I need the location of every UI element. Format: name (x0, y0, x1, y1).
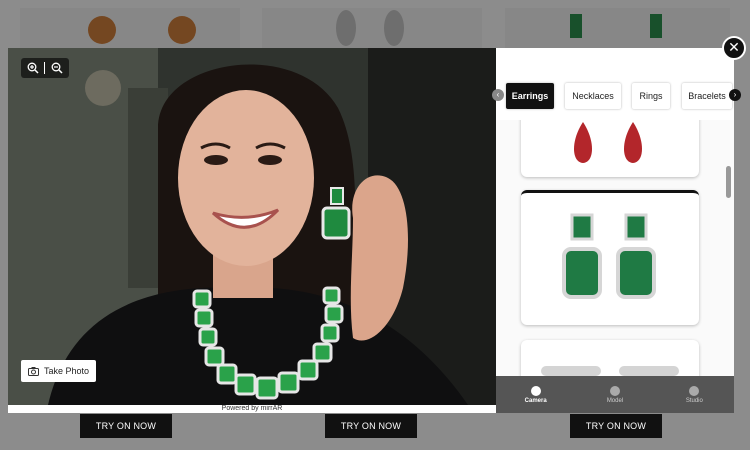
bottom-nav: Camera Model Studio (496, 376, 734, 413)
tabs-scroll-left-icon[interactable]: ‹ (492, 89, 504, 101)
model-icon (609, 385, 620, 396)
nav-model-label: Model (606, 397, 624, 404)
zoom-out-icon[interactable] (51, 62, 63, 74)
nav-studio[interactable]: Studio (655, 376, 734, 413)
camera-feed-image (8, 48, 496, 405)
take-photo-button[interactable]: Take Photo (21, 360, 97, 382)
nav-model[interactable]: Model (575, 376, 654, 413)
zoom-separator (44, 62, 46, 74)
nav-studio-label: Studio (685, 397, 703, 404)
camera-icon (28, 366, 39, 376)
nav-camera[interactable]: Camera (496, 376, 575, 413)
tab-rings[interactable]: Rings (632, 83, 670, 109)
tab-necklaces[interactable]: Necklaces (565, 83, 621, 109)
product-list-scrollbar[interactable] (726, 166, 731, 198)
camera-view[interactable]: Take Photo (8, 48, 496, 405)
studio-icon (689, 385, 700, 396)
product-card-ruby-earrings[interactable] (521, 120, 699, 177)
tab-bracelets[interactable]: Bracelets (682, 83, 732, 109)
nav-camera-label: Camera (524, 397, 547, 404)
product-panel: ‹ Earrings Necklaces Rings Bracelets › C… (492, 48, 741, 413)
tab-earrings[interactable]: Earrings (506, 83, 554, 109)
ruby-earrings-image (574, 122, 642, 163)
powered-by-text: Powered by mirrAR (8, 405, 496, 413)
zoom-in-icon[interactable] (27, 62, 39, 74)
product-list (496, 120, 734, 376)
product-card-diamond-earrings[interactable] (521, 340, 699, 376)
emerald-earrings-image (562, 213, 656, 299)
try-on-now-button[interactable]: TRY ON NOW (570, 414, 662, 438)
close-icon[interactable]: ✕ (722, 36, 746, 60)
diamond-earrings-image (541, 366, 679, 376)
tabs-scroll-right-icon[interactable]: › (729, 89, 741, 101)
try-on-now-button[interactable]: TRY ON NOW (325, 414, 417, 438)
try-on-now-button[interactable]: TRY ON NOW (80, 414, 172, 438)
zoom-controls (21, 58, 69, 78)
take-photo-label: Take Photo (44, 366, 90, 376)
camera-icon (530, 385, 541, 396)
product-card-emerald-earrings[interactable] (521, 190, 699, 325)
try-on-modal: Take Photo Powered by mirrAR ‹ Earrings … (8, 48, 741, 413)
